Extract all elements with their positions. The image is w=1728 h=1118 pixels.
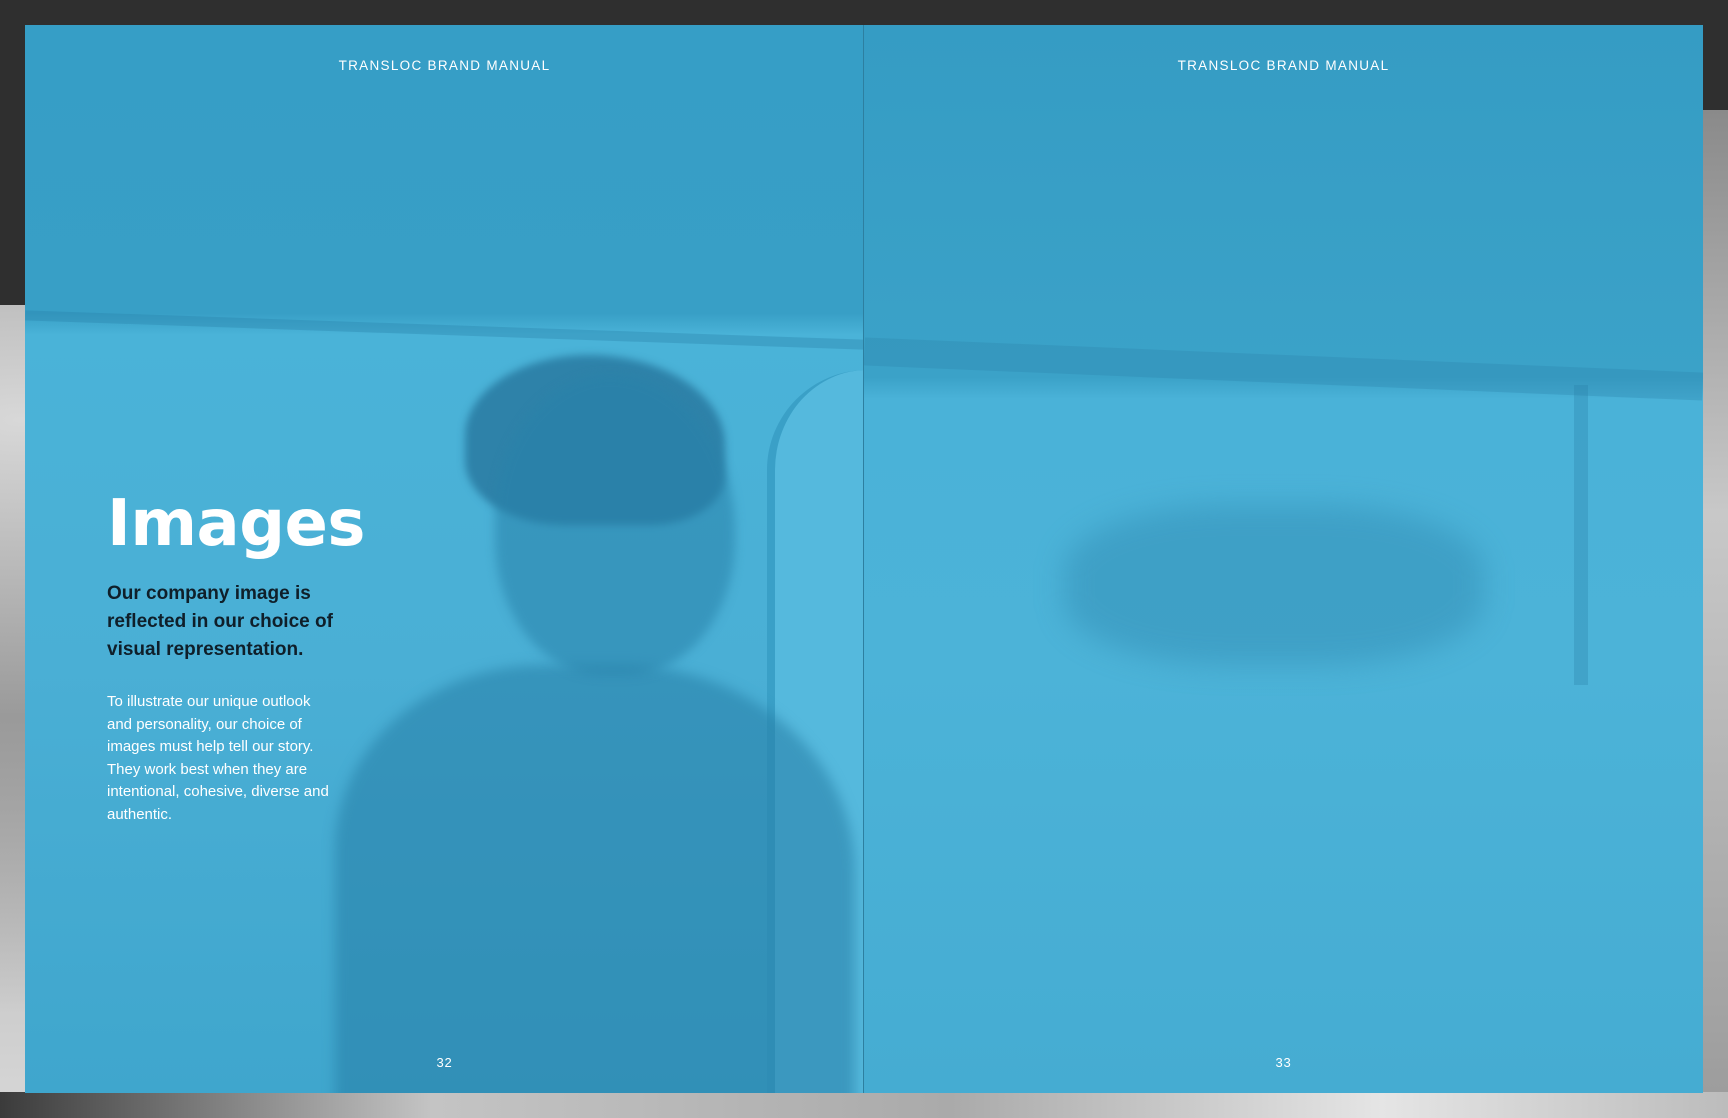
section-title: Images: [107, 487, 366, 561]
page-number-left: 32: [436, 1055, 453, 1070]
photo-person-torso: [335, 665, 855, 1093]
window-pillar: [1574, 385, 1588, 685]
spread-gutter: [863, 25, 864, 1093]
page-number-right: 33: [1275, 1055, 1292, 1070]
page-right: TRANSLOC BRAND MANUAL 33: [864, 25, 1703, 1093]
page-left: TRANSLOC BRAND MANUAL Images Our company…: [25, 25, 864, 1093]
section-lede: Our company image is reflected in our ch…: [107, 583, 333, 660]
running-head-right: TRANSLOC BRAND MANUAL: [1177, 58, 1390, 73]
backdrop-photo-bottom: [0, 1092, 1728, 1118]
section-body: To illustrate our unique outlook and per…: [107, 693, 329, 823]
running-head-left: TRANSLOC BRAND MANUAL: [338, 58, 551, 73]
brand-manual-spread: TRANSLOC BRAND MANUAL Images Our company…: [25, 25, 1703, 1093]
duotone-photo-bus-interior: [864, 25, 1703, 1093]
window-frame-line: [25, 310, 864, 350]
viewer-canvas: TRANSLOC BRAND MANUAL Images Our company…: [0, 0, 1728, 1118]
blurred-street-view: [1064, 505, 1484, 665]
